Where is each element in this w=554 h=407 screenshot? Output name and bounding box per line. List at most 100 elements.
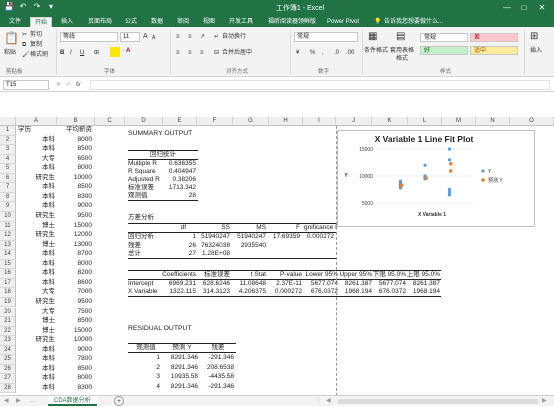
sheet-bar-splitter-icon[interactable]: ⋮: [316, 397, 322, 405]
column-header[interactable]: F: [197, 117, 233, 126]
select-all-corner[interactable]: [0, 117, 16, 126]
cell[interactable]: 本科: [18, 374, 55, 382]
cell[interactable]: 9500: [59, 298, 92, 306]
undo-icon[interactable]: ↶: [18, 2, 28, 12]
cell[interactable]: 8300: [59, 193, 92, 201]
borders-icon[interactable]: ⊞: [94, 49, 99, 57]
cell[interactable]: 本科: [18, 269, 55, 277]
fill-color-icon[interactable]: [110, 47, 120, 57]
column-header[interactable]: B: [57, 117, 95, 126]
row-header[interactable]: 9: [0, 202, 16, 212]
row-header[interactable]: 12: [0, 231, 16, 241]
style-bad[interactable]: 差: [470, 33, 518, 42]
row-header[interactable]: 20: [0, 307, 16, 318]
column-header[interactable]: H: [269, 117, 303, 126]
column-header[interactable]: A: [16, 117, 57, 126]
cell[interactable]: 15000: [59, 222, 92, 230]
column-header[interactable]: K: [372, 117, 408, 126]
orientation-icon[interactable]: ↗: [200, 33, 205, 41]
row-header[interactable]: 7: [0, 183, 16, 193]
style-normal[interactable]: 常规: [420, 33, 468, 42]
tab-formulas[interactable]: 公式: [120, 17, 142, 27]
cell[interactable]: 8000: [59, 164, 92, 172]
name-box[interactable]: T15: [3, 80, 49, 90]
font-name-dropdown[interactable]: 等线: [60, 32, 118, 42]
quick-access-dropdown-icon[interactable]: ▾: [46, 2, 56, 12]
cell[interactable]: 8300: [59, 384, 92, 392]
cell[interactable]: 8500: [59, 365, 92, 373]
cell[interactable]: 10000: [59, 336, 92, 344]
cell[interactable]: 8500: [59, 183, 92, 191]
tell-me-box[interactable]: 告诉我您想要做什么...: [384, 17, 448, 27]
formula-input[interactable]: [90, 80, 550, 90]
align-middle-icon[interactable]: ≡: [188, 33, 192, 41]
merge-center-button[interactable]: 合并后居中: [222, 49, 252, 57]
row-header[interactable]: 3: [0, 145, 16, 155]
column-header[interactable]: I: [303, 117, 336, 126]
cancel-icon[interactable]: ✕: [56, 81, 61, 89]
horizontal-scrollbar[interactable]: [338, 399, 538, 404]
column-header[interactable]: N: [476, 117, 510, 126]
column-header[interactable]: G: [233, 117, 269, 126]
cell[interactable]: 8200: [59, 269, 92, 277]
cell[interactable]: 大专: [18, 308, 55, 316]
cell[interactable]: 10000: [59, 174, 92, 182]
cell[interactable]: 学历: [18, 126, 55, 134]
shrink-font-button[interactable]: A: [152, 34, 155, 42]
cell[interactable]: 本科: [18, 164, 55, 172]
cell[interactable]: 本科: [18, 260, 55, 268]
cell[interactable]: 博士: [18, 317, 55, 325]
row-header[interactable]: 25: [0, 355, 16, 365]
row-header[interactable]: 13: [0, 240, 16, 251]
style-neutral[interactable]: 适中: [470, 46, 518, 55]
cell[interactable]: 博士: [18, 241, 55, 249]
grow-font-button[interactable]: A: [143, 33, 148, 41]
worksheet-grid[interactable]: A B C D E F G H I J K L M N O 1234567891…: [0, 117, 554, 395]
cell[interactable]: 本科: [18, 365, 55, 373]
cell[interactable]: 12000: [59, 231, 92, 239]
align-left-icon[interactable]: ≡: [176, 49, 180, 57]
row-header[interactable]: 10: [0, 212, 16, 222]
column-header[interactable]: O: [510, 117, 554, 126]
tab-foxit-reader[interactable]: 福昕阅读器领鲜版: [262, 17, 322, 27]
cell[interactable]: 9000: [59, 346, 92, 354]
column-header[interactable]: J: [336, 117, 372, 126]
row-header[interactable]: 24: [0, 345, 16, 356]
cell[interactable]: 博士: [18, 327, 55, 335]
copy-button[interactable]: 复制: [30, 41, 42, 49]
cell[interactable]: 8600: [59, 279, 92, 287]
cell[interactable]: 7500: [59, 308, 92, 316]
hscroll-left-icon[interactable]: ◀: [326, 397, 331, 405]
paste-icon[interactable]: 📋: [4, 31, 19, 45]
decrease-decimal-icon[interactable]: .00: [346, 49, 354, 57]
align-top-icon[interactable]: ≡: [176, 33, 180, 41]
line-fit-chart[interactable]: X Variable 1 Line Fit Plot Y X Variable …: [337, 130, 535, 227]
conditional-format-button[interactable]: 条件格式: [364, 47, 388, 55]
row-header[interactable]: 27: [0, 374, 16, 384]
row-header[interactable]: 19: [0, 297, 16, 308]
cell[interactable]: 9000: [59, 202, 92, 210]
font-color-icon[interactable]: A: [126, 47, 130, 55]
cell[interactable]: 8500: [59, 145, 92, 153]
align-right-icon[interactable]: ≡: [200, 49, 204, 57]
row-header[interactable]: 26: [0, 364, 16, 375]
column-header[interactable]: C: [95, 117, 125, 126]
row-header[interactable]: 6: [0, 173, 16, 184]
cell[interactable]: 8700: [59, 250, 92, 258]
tab-review[interactable]: 审阅: [172, 17, 194, 27]
cell[interactable]: 13000: [59, 241, 92, 249]
align-center-icon[interactable]: ≡: [188, 49, 192, 57]
cell[interactable]: 平均薪资: [59, 126, 92, 134]
maximize-button[interactable]: □: [517, 1, 531, 15]
increase-decimal-icon[interactable]: .0: [334, 49, 339, 57]
cell[interactable]: 研究生: [18, 336, 56, 344]
row-header[interactable]: 11: [0, 221, 16, 232]
column-header[interactable]: L: [408, 117, 442, 126]
cell[interactable]: 研究生: [18, 174, 56, 182]
tab-home[interactable]: 开始: [30, 17, 52, 27]
cell[interactable]: 8000: [59, 260, 92, 268]
cut-button[interactable]: 剪切: [30, 31, 42, 39]
currency-icon[interactable]: ¥: [296, 49, 299, 57]
row-header[interactable]: 2: [0, 135, 16, 146]
underline-button[interactable]: U: [80, 49, 84, 57]
